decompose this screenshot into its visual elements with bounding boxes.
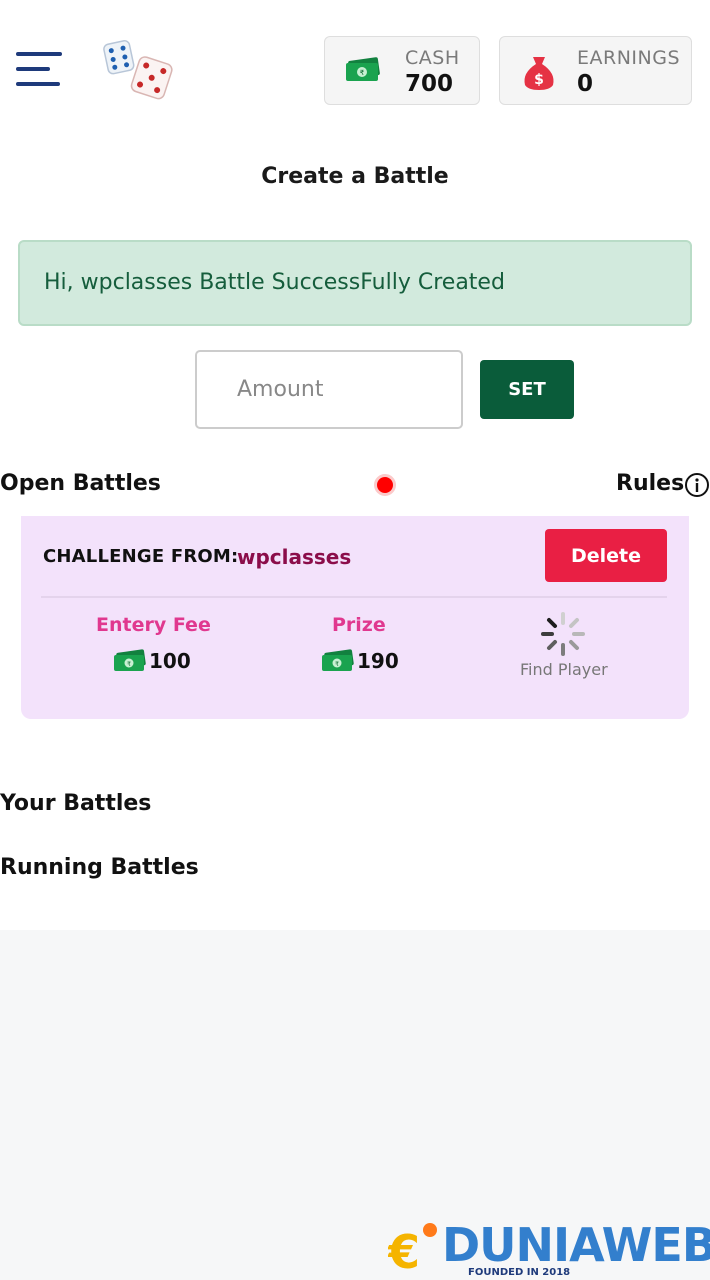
earnings-value: 0 — [577, 71, 594, 97]
svg-text:₹: ₹ — [360, 69, 365, 77]
cash-wallet[interactable]: ₹ CASH 700 — [324, 36, 480, 105]
menu-icon[interactable] — [16, 50, 62, 92]
battle-card: CHALLENGE FROM: wpclasses Delete Entery … — [21, 516, 689, 719]
earnings-wallet[interactable]: $ EARNINGS 0 — [499, 36, 692, 105]
cash-icon: ₹ — [114, 649, 146, 671]
euro-logo-icon: € — [388, 1223, 437, 1278]
prize-amount: 190 — [357, 649, 399, 673]
entry-fee-amount: 100 — [149, 649, 191, 673]
live-indicator-icon — [374, 474, 396, 496]
money-bag-icon: $ — [520, 55, 558, 95]
prize-label: Prize — [332, 614, 386, 636]
svg-text:$: $ — [534, 72, 544, 88]
dice-logo[interactable] — [100, 34, 180, 108]
svg-text:₹: ₹ — [335, 661, 339, 668]
menu-bar — [16, 52, 62, 56]
cash-icon: ₹ — [322, 649, 354, 671]
alert-message: Hi, wpclasses Battle SuccessFully Create… — [44, 270, 505, 295]
open-battles-title: Open Battles — [0, 471, 161, 496]
menu-bar — [16, 67, 50, 71]
set-button[interactable]: SET — [480, 360, 574, 419]
loading-spinner-icon — [539, 610, 587, 662]
amount-input[interactable] — [195, 350, 463, 429]
rules-label: Rules — [616, 471, 685, 496]
svg-text:€: € — [388, 1225, 420, 1278]
find-player-label: Find Player — [520, 660, 608, 679]
your-battles-title: Your Battles — [0, 791, 152, 816]
rules-link[interactable]: Rules — [616, 471, 709, 499]
page: ₹ CASH 700 $ EARNINGS 0 Create a Battle … — [0, 0, 710, 930]
earnings-label: EARNINGS — [577, 47, 681, 69]
running-battles-title: Running Battles — [0, 855, 199, 880]
duniaweb-watermark: € DUNIAWEB FOUNDED IN 2018 — [388, 1216, 710, 1280]
info-icon[interactable] — [684, 472, 710, 502]
page-title: Create a Battle — [261, 164, 449, 189]
challenge-label: CHALLENGE FROM: — [43, 546, 239, 567]
entry-fee-label: Entery Fee — [96, 614, 211, 636]
watermark-text: DUNIAWEB — [442, 1218, 710, 1272]
svg-text:₹: ₹ — [127, 661, 131, 668]
divider — [41, 596, 667, 598]
cash-label: CASH — [405, 47, 460, 69]
challenger-name: wpclasses — [237, 545, 352, 569]
menu-bar — [16, 82, 60, 86]
cash-icon: ₹ — [345, 55, 381, 89]
delete-button[interactable]: Delete — [545, 529, 667, 582]
watermark-subtext: FOUNDED IN 2018 — [468, 1267, 571, 1278]
cash-value: 700 — [405, 71, 454, 97]
success-alert: Hi, wpclasses Battle SuccessFully Create… — [18, 240, 692, 326]
